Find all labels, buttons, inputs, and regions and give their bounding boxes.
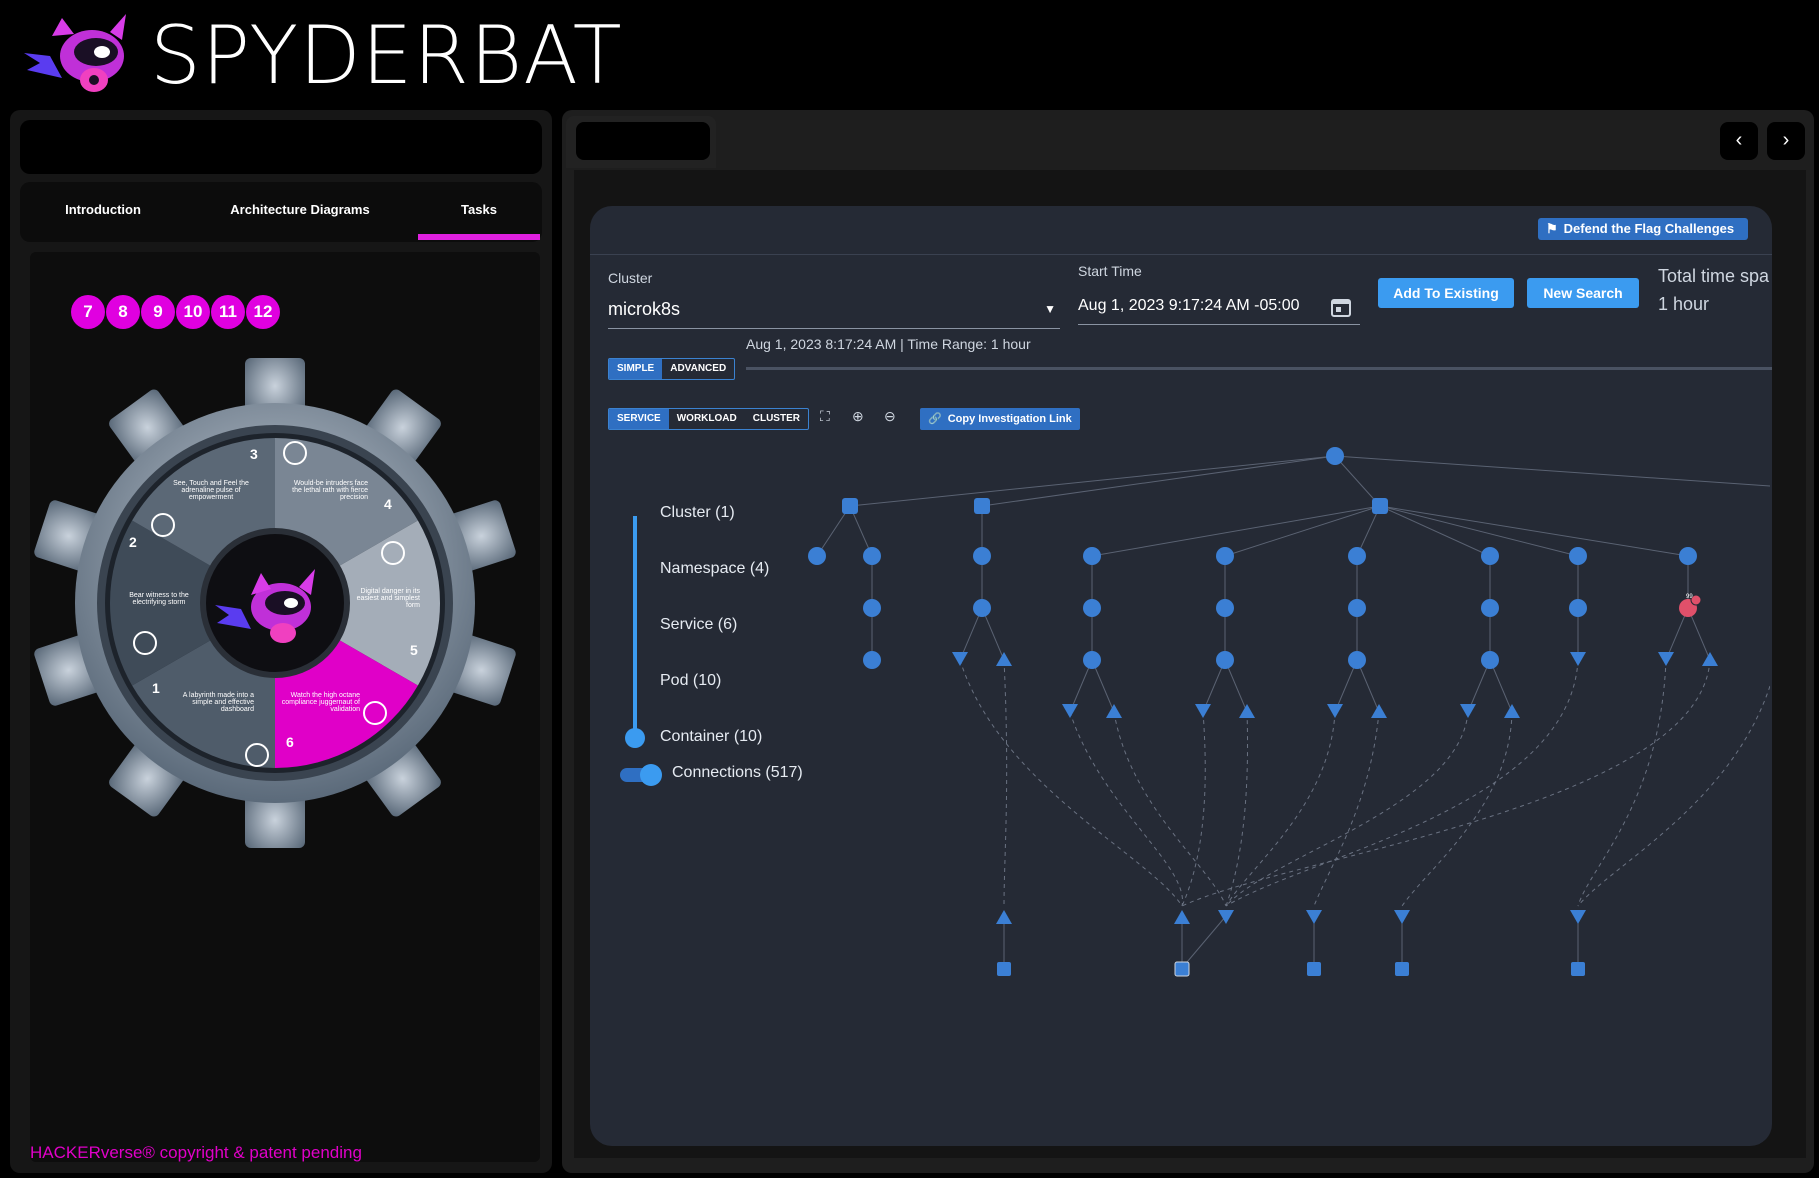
active-tab-indicator: [418, 234, 540, 240]
legend-container: Container (10): [660, 728, 763, 745]
gear-segment-2-number: 2: [129, 534, 137, 550]
cluster-select[interactable]: microk8s ▼: [608, 296, 1060, 329]
spyderbat-console: ⚑ Defend the Flag Challenges Cluster micr…: [590, 206, 1772, 1146]
left-tab-bar: Introduction Architecture Diagrams Tasks: [20, 182, 542, 242]
time-slider[interactable]: [746, 367, 1772, 370]
copy-link-label: Copy Investigation Link: [947, 413, 1072, 425]
time-range-text: Aug 1, 2023 8:17:24 AM | Time Range: 1 h…: [746, 336, 1031, 352]
legend-pod: Pod (10): [660, 672, 722, 689]
zoom-in-icon[interactable]: ⊕: [852, 408, 864, 425]
tab-tasks[interactable]: Tasks: [418, 182, 540, 242]
connections-toggle-knob: [640, 764, 662, 786]
gear-segment-4-text: Would-be intruders face the lethal rath …: [292, 480, 368, 501]
total-time-value: 1 hour: [1658, 294, 1710, 314]
start-time-input[interactable]: Aug 1, 2023 9:17:24 AM -05:00: [1078, 290, 1360, 325]
gear-segment-3-text: See, Touch and Feel the adrenaline pulse…: [173, 480, 249, 501]
mode-toggle: SIMPLE ADVANCED: [608, 358, 736, 380]
gear-segment-5-number: 5: [410, 642, 418, 658]
fit-screen-icon[interactable]: ⛶: [820, 408, 830, 425]
task-11-button[interactable]: 11: [211, 295, 245, 329]
left-title-bar: [20, 120, 542, 174]
defend-flag-label: Defend the Flag Challenges: [1563, 221, 1735, 236]
gear-segment-3-number: 3: [250, 446, 258, 462]
gear-segment-5-text: Digital danger in its easiest and simple…: [356, 588, 420, 609]
task-10-button[interactable]: 10: [176, 295, 210, 329]
gear-segment-4-number: 4: [384, 496, 392, 512]
gear-segment-1-number: 1: [152, 680, 160, 696]
task-7-button[interactable]: 7: [71, 295, 105, 329]
legend-depth-bar: [633, 516, 637, 736]
gear-segment-2-text: Bear witness to the electrifying storm: [129, 592, 189, 606]
gear-segment-6-number: 6: [286, 734, 294, 750]
right-tab[interactable]: [576, 122, 710, 160]
workload-view-button[interactable]: WORKLOAD: [669, 409, 745, 429]
defend-flag-button[interactable]: ⚑ Defend the Flag Challenges: [1538, 218, 1748, 240]
calendar-icon[interactable]: [1330, 296, 1352, 318]
next-button[interactable]: ›: [1767, 122, 1805, 160]
toolbar-divider: [590, 254, 1772, 255]
flag-icon: ⚑: [1546, 221, 1558, 236]
gear-segment-1-text: A labyrinth made into a simple and effec…: [182, 692, 254, 713]
start-time-value: Aug 1, 2023 9:17:24 AM -05:00: [1078, 297, 1300, 314]
legend-namespace: Namespace (4): [660, 560, 770, 577]
add-to-existing-button[interactable]: Add To Existing: [1378, 278, 1514, 308]
tab-architecture-diagrams[interactable]: Architecture Diagrams: [190, 182, 410, 242]
investigation-graph: [808, 447, 1770, 977]
task-gear-wheel: [34, 358, 516, 848]
total-time-label: Total time spa: [1658, 266, 1770, 286]
prev-button[interactable]: ‹: [1720, 122, 1758, 160]
spyderbat-logo-icon: [24, 14, 126, 92]
legend-depth-handle[interactable]: [625, 728, 645, 748]
task-12-button[interactable]: 12: [246, 295, 280, 329]
gear-segment-6-text: Watch the high octane compliance juggern…: [281, 692, 360, 713]
tab-introduction[interactable]: Introduction: [20, 182, 186, 242]
chevron-down-icon: ▼: [1044, 302, 1056, 316]
task-8-button[interactable]: 8: [106, 295, 140, 329]
start-time-label: Start Time: [1078, 263, 1142, 279]
service-view-button[interactable]: SERVICE: [609, 409, 669, 429]
copyright-notice: HACKERverse® copyright & patent pending: [30, 1143, 362, 1162]
advanced-mode-button[interactable]: ADVANCED: [662, 359, 734, 379]
legend-service: Service (6): [660, 616, 738, 633]
task-9-button[interactable]: 9: [141, 295, 175, 329]
zoom-out-icon[interactable]: ⊖: [884, 408, 896, 425]
legend-cluster: Cluster (1): [660, 504, 735, 521]
cluster-label: Cluster: [608, 270, 653, 286]
link-icon: 🔗: [928, 413, 942, 425]
new-search-button[interactable]: New Search: [1527, 278, 1639, 308]
alert-badge: 99: [1686, 594, 1693, 600]
brand-name: SPYDERBAT: [150, 9, 623, 102]
simple-mode-button[interactable]: SIMPLE: [609, 359, 663, 379]
cluster-value: microk8s: [608, 299, 681, 319]
